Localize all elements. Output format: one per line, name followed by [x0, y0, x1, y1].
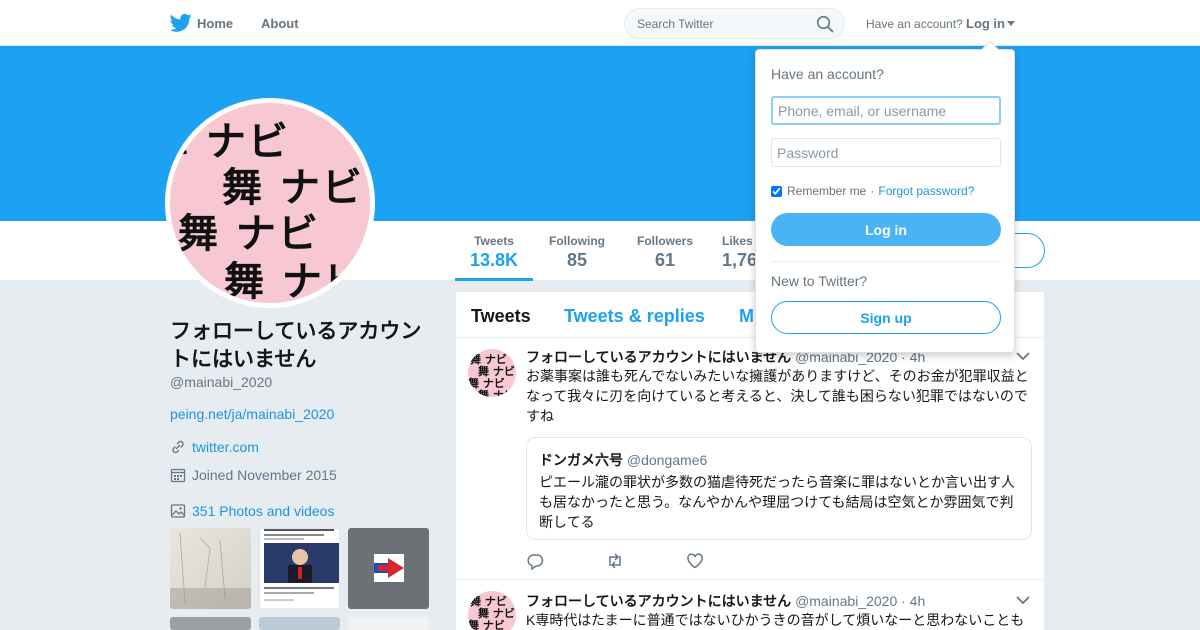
- quoted-tweet[interactable]: ドンガメ六号 @dongame6 ピエール瀧の罪状が多数の猫虐待死だったら音楽に…: [526, 437, 1032, 540]
- signup-button[interactable]: Sign up: [771, 301, 1001, 334]
- retweet-icon: [609, 553, 621, 569]
- login-dropdown-title: Have an account?: [771, 66, 884, 82]
- profile-name: フォローしているアカウントにはいません: [170, 320, 422, 371]
- stat-label: Tweets: [474, 234, 514, 248]
- photo-thumbnail[interactable]: [348, 617, 429, 630]
- tweet-author-handle[interactable]: @mainabi_2020: [795, 593, 897, 609]
- avatar-text: 舞 ナビ: [468, 619, 505, 630]
- website-link[interactable]: twitter.com: [192, 439, 259, 455]
- dropdown-divider: [771, 261, 1001, 262]
- have-account-text: Have an account?: [866, 17, 963, 31]
- thumbnail-image: [374, 554, 404, 582]
- photo-thumbnail[interactable]: [348, 528, 429, 609]
- stat-tweets[interactable]: Tweets 13.8K: [468, 234, 520, 271]
- tab-tweets[interactable]: Tweets: [471, 306, 531, 327]
- tweet-avatar[interactable]: 舞 ナビ 舞 ナビ 舞 ナビ: [468, 591, 516, 630]
- chevron-down-icon[interactable]: [1016, 351, 1030, 361]
- tweet-text: K専時代はたまーに普通ではないひかうきの音がして煩いなーと思わないことも: [526, 612, 1025, 628]
- forgot-password-link[interactable]: Forgot password?: [878, 184, 974, 198]
- top-nav: Home About Have an account? Log in: [0, 0, 1200, 46]
- remember-checkbox[interactable]: [771, 185, 782, 197]
- tab-media[interactable]: M: [739, 306, 754, 327]
- active-stat-underline: [455, 278, 533, 281]
- thumbnail-image: [170, 532, 251, 609]
- joined-text: Joined November 2015: [192, 467, 337, 483]
- search-icon[interactable]: [816, 15, 834, 33]
- stat-label: Followers: [636, 234, 693, 248]
- avatar-text: 舞 ナビ: [224, 259, 366, 303]
- photos-videos[interactable]: 351 Photos and videos: [170, 503, 334, 519]
- profile-joined: Joined November 2015: [170, 467, 337, 483]
- tweet-text: お薬事案は誰も死んでないみたいな擁護がありますけど、そのお金が犯罪収益となって我…: [526, 368, 1029, 424]
- tweet-item[interactable]: 舞 ナビ 舞 ナビ 舞 ナビ 舞 ナビ フォローしているアカウントにはいません …: [456, 339, 1044, 580]
- profile-handle[interactable]: @mainabi_2020: [170, 374, 272, 390]
- quoted-author-name: ドンガメ六号: [539, 452, 623, 468]
- login-dropdown: Have an account? Remember me · Forgot pa…: [755, 40, 1015, 353]
- new-to-twitter-text: New to Twitter?: [771, 273, 868, 289]
- search-input[interactable]: [625, 9, 805, 38]
- tweet-avatar[interactable]: 舞 ナビ 舞 ナビ 舞 ナビ 舞 ナビ: [468, 349, 516, 397]
- photos-link[interactable]: 351 Photos and videos: [192, 503, 334, 519]
- nav-home-link[interactable]: Home: [197, 16, 233, 31]
- twitter-bird-icon[interactable]: [170, 13, 192, 33]
- avatar-text: 舞 ナビ: [478, 389, 515, 397]
- password-field[interactable]: [771, 138, 1001, 167]
- quoted-tweet-text: ピエール瀧の罪状が多数の猫虐待死だったら音楽に罪はないとか言い出す人も居なかった…: [539, 474, 1015, 530]
- separator-dot: ·: [870, 184, 875, 198]
- link-icon: [172, 440, 184, 454]
- login-dropdown-toggle[interactable]: Log in: [966, 16, 1015, 31]
- stat-value: 13.8K: [469, 250, 519, 270]
- profile-website: twitter.com: [170, 439, 259, 455]
- remember-row: Remember me · Forgot password?: [771, 184, 974, 198]
- image-icon: [170, 504, 186, 518]
- calendar-icon: [170, 468, 186, 483]
- thumbnail-image: [264, 529, 339, 601]
- chevron-down-icon[interactable]: [1016, 595, 1030, 605]
- heart-icon: [687, 553, 703, 569]
- search-box: [624, 8, 845, 39]
- stat-label: Following: [549, 234, 605, 248]
- tweet-timestamp[interactable]: · 4h: [901, 593, 925, 609]
- tweet-author-name[interactable]: フォローしているアカウントにはいません: [526, 593, 791, 609]
- login-button[interactable]: Log in: [771, 213, 1001, 246]
- like-button[interactable]: [686, 552, 766, 570]
- stat-followers[interactable]: Followers 61: [634, 234, 696, 271]
- photo-thumbnail[interactable]: [170, 528, 251, 609]
- stat-value: 85: [566, 250, 588, 270]
- photo-thumbnail[interactable]: [170, 617, 251, 630]
- reply-button[interactable]: [526, 552, 606, 571]
- avatar-image: 舞 ナビ 舞 ナビ 舞 ナビ 舞 ナビ: [170, 103, 370, 303]
- reply-icon: [527, 554, 544, 571]
- username-field[interactable]: [771, 96, 1001, 125]
- retweet-button[interactable]: [606, 552, 686, 570]
- photo-thumbnail[interactable]: [259, 528, 340, 609]
- photo-thumbnail[interactable]: [259, 617, 340, 630]
- tweet-actions: [526, 552, 766, 571]
- bio-link[interactable]: peing.net/ja/mainabi_2020: [170, 406, 334, 422]
- profile-avatar[interactable]: 舞 ナビ 舞 ナビ 舞 ナビ 舞 ナビ: [165, 98, 375, 308]
- stat-following[interactable]: Following 85: [545, 234, 609, 271]
- tweet-header: フォローしているアカウントにはいません @mainabi_2020 · 4h: [526, 591, 925, 611]
- quoted-tweet-header: ドンガメ六号 @dongame6: [539, 450, 1019, 470]
- login-toggle-label: Log in: [966, 16, 1005, 31]
- remember-label[interactable]: Remember me: [787, 184, 866, 198]
- tweet-author-name[interactable]: フォローしているアカウントにはいません: [526, 349, 791, 365]
- chevron-down-icon: [1007, 21, 1015, 26]
- quoted-author-handle: @dongame6: [626, 452, 708, 468]
- tab-tweets-replies[interactable]: Tweets & replies: [564, 306, 705, 327]
- tweet-item[interactable]: 舞 ナビ 舞 ナビ 舞 ナビ フォローしているアカウントにはいません @main…: [456, 581, 1044, 630]
- stat-value: 61: [654, 250, 676, 270]
- nav-about-link[interactable]: About: [261, 16, 299, 31]
